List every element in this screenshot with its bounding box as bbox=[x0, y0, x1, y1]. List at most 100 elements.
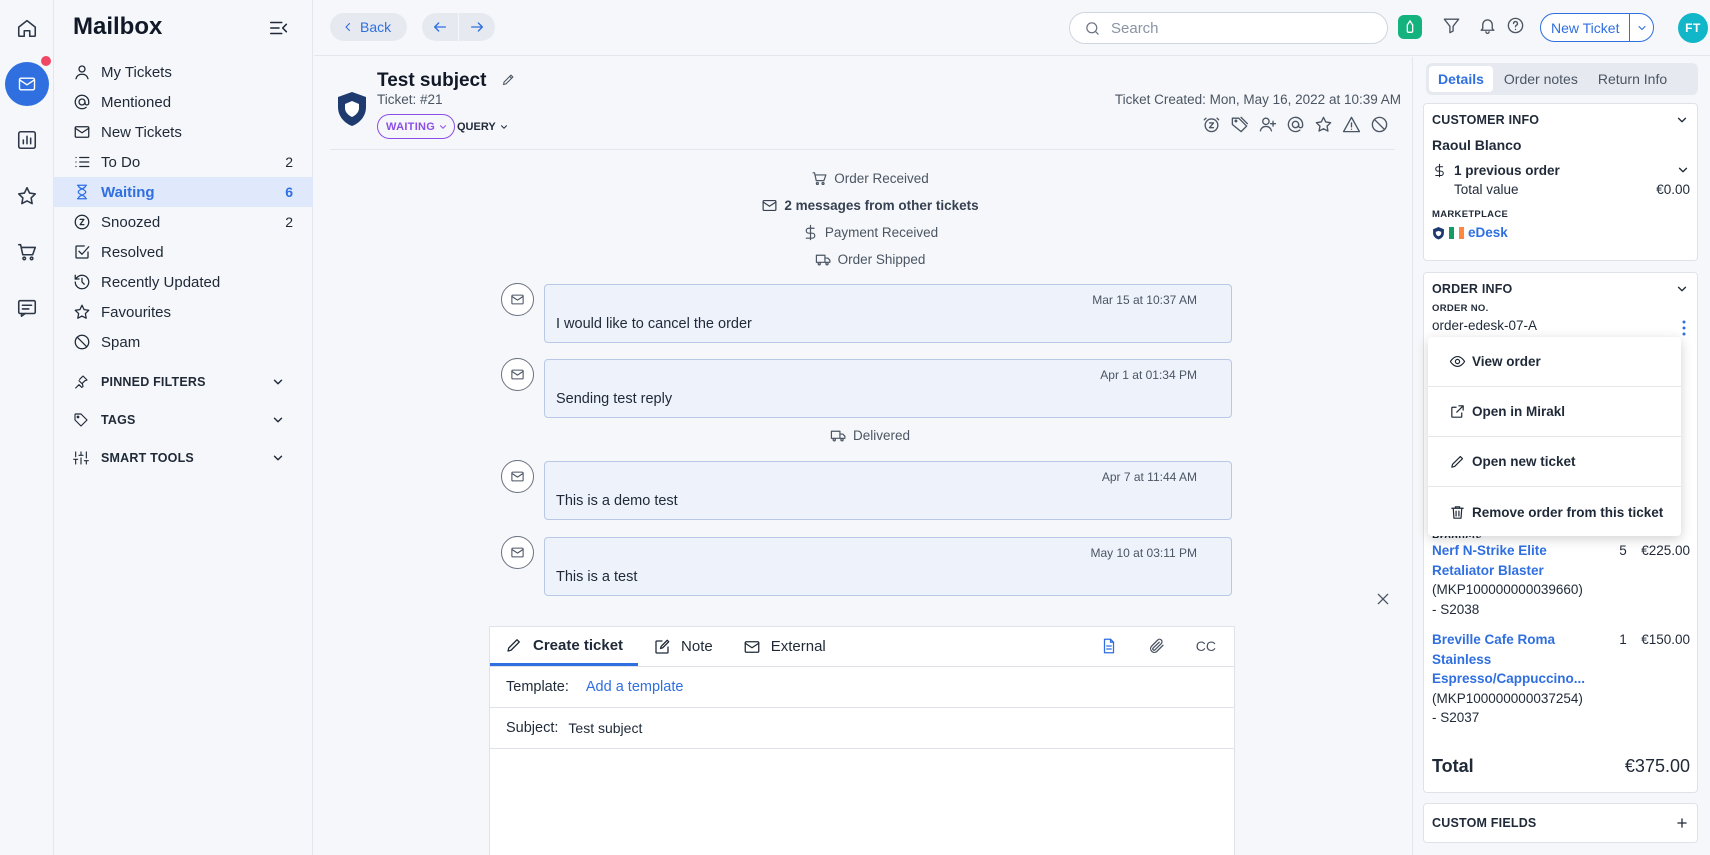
home-icon[interactable] bbox=[5, 6, 49, 50]
order-info-header[interactable]: ORDER INFO bbox=[1424, 273, 1697, 305]
ban-icon[interactable] bbox=[1370, 115, 1389, 134]
reports-icon[interactable] bbox=[5, 118, 49, 162]
menu-item-open-new-ticket[interactable]: Open new ticket bbox=[1428, 437, 1681, 487]
sidebar-item-resolved[interactable]: Resolved bbox=[54, 237, 313, 267]
message-bubble[interactable]: Apr 7 at 11:44 AM This is a demo test bbox=[544, 461, 1232, 520]
product-name-link[interactable]: Retaliator Blaster bbox=[1432, 561, 1690, 581]
search-input[interactable] bbox=[1111, 19, 1351, 37]
custom-fields-card[interactable]: CUSTOM FIELDS bbox=[1423, 803, 1698, 843]
more-options-icon[interactable] bbox=[1682, 320, 1686, 336]
sidebar-item-spam[interactable]: Spam bbox=[54, 327, 313, 357]
sidebar-item-recently-updated[interactable]: Recently Updated bbox=[54, 267, 313, 297]
order-number-label: ORDER NO. bbox=[1432, 303, 1489, 314]
subject-field[interactable]: Test subject bbox=[568, 720, 642, 736]
chat-icon[interactable] bbox=[5, 286, 49, 330]
tag-icon[interactable] bbox=[1230, 115, 1249, 134]
previous-orders-row[interactable]: 1 previous order bbox=[1432, 160, 1690, 180]
section-tags[interactable]: TAGS bbox=[54, 401, 313, 439]
sidebar-item-mentioned[interactable]: Mentioned bbox=[54, 87, 313, 117]
menu-item-view-order[interactable]: View order bbox=[1428, 337, 1681, 387]
eye-icon bbox=[1449, 355, 1466, 368]
dollar-icon bbox=[805, 224, 816, 241]
sidebar-item-new-tickets[interactable]: New Tickets bbox=[54, 117, 313, 147]
sidebar-item-to-do[interactable]: To Do 2 bbox=[54, 147, 313, 177]
tab-return-info[interactable]: Return Info bbox=[1589, 66, 1676, 92]
message-editor[interactable] bbox=[490, 749, 1234, 855]
assign-user-icon[interactable] bbox=[1258, 115, 1277, 134]
message-bubble[interactable]: Apr 1 at 01:34 PM Sending test reply bbox=[544, 359, 1232, 418]
arrow-left-icon bbox=[434, 22, 446, 32]
customer-info-header[interactable]: CUSTOMER INFO bbox=[1424, 104, 1697, 136]
event-other-tickets[interactable]: 2 messages from other tickets bbox=[600, 197, 1140, 214]
event-label: Order Shipped bbox=[837, 252, 926, 267]
sidebar-item-favourites[interactable]: Favourites bbox=[54, 297, 313, 327]
sidebar-item-count: 2 bbox=[285, 214, 293, 230]
back-label: Back bbox=[360, 19, 392, 35]
star-icon[interactable] bbox=[1314, 115, 1333, 134]
mailbox-icon[interactable] bbox=[5, 62, 49, 106]
ticket-header: Test subject Ticket: #21 WAITING QUERY T… bbox=[314, 57, 1411, 149]
product-name-link[interactable]: Nerf N-Strike Elite bbox=[1432, 541, 1619, 561]
avatar[interactable]: FT bbox=[1678, 13, 1708, 43]
cart-icon[interactable] bbox=[5, 230, 49, 274]
cc-button[interactable]: CC bbox=[1196, 638, 1216, 654]
star-icon[interactable] bbox=[5, 174, 49, 218]
marketplace-label: MARKETPLACE bbox=[1432, 209, 1509, 220]
bell-icon[interactable] bbox=[1478, 16, 1497, 35]
product-name-link[interactable]: Espresso/Cappuccino... bbox=[1432, 669, 1690, 689]
plus-icon bbox=[1677, 818, 1687, 828]
sliders-icon bbox=[73, 451, 89, 465]
mention-icon[interactable] bbox=[1286, 115, 1305, 134]
status-dropdown[interactable]: WAITING bbox=[377, 114, 456, 139]
tab-order-notes[interactable]: Order notes bbox=[1495, 66, 1587, 92]
close-composer-icon[interactable] bbox=[1375, 591, 1391, 607]
warning-icon[interactable] bbox=[1342, 115, 1361, 134]
section-pinned-filters[interactable]: PINNED FILTERS bbox=[54, 363, 313, 401]
reply-composer: Create ticket Note External CC Template:… bbox=[489, 626, 1235, 855]
pencil-icon bbox=[507, 639, 520, 652]
tab-note[interactable]: Note bbox=[638, 627, 728, 666]
tab-external[interactable]: External bbox=[728, 627, 841, 666]
snooze-icon[interactable] bbox=[1202, 115, 1221, 134]
product-name-link[interactable]: Stainless bbox=[1432, 650, 1690, 670]
filter-icon[interactable] bbox=[1442, 16, 1461, 35]
marketplace-link[interactable]: eDesk bbox=[1468, 225, 1508, 240]
new-ticket-dropdown[interactable] bbox=[1629, 14, 1653, 41]
paperclip-icon[interactable] bbox=[1148, 637, 1166, 655]
status-label: WAITING bbox=[386, 120, 436, 133]
total-value-row: Total value €0.00 bbox=[1454, 182, 1690, 197]
new-ticket-button[interactable]: New Ticket bbox=[1540, 13, 1654, 42]
section-smart-tools[interactable]: SMART TOOLS bbox=[54, 439, 313, 477]
back-button[interactable]: Back bbox=[330, 13, 408, 41]
tab-details[interactable]: Details bbox=[1429, 66, 1493, 92]
help-icon[interactable] bbox=[1506, 16, 1525, 35]
sidebar-item-waiting[interactable]: Waiting 6 bbox=[54, 177, 313, 207]
card-heading: CUSTOM FIELDS bbox=[1432, 816, 1537, 830]
notification-dot bbox=[41, 56, 51, 66]
search-icon bbox=[1086, 21, 1099, 35]
search-box bbox=[1069, 12, 1388, 44]
document-icon[interactable] bbox=[1100, 637, 1118, 655]
previous-ticket-button[interactable] bbox=[422, 13, 458, 41]
cart-icon bbox=[812, 172, 827, 186]
message-bubble[interactable]: Mar 15 at 10:37 AM I would like to cance… bbox=[544, 284, 1232, 343]
tab-create-ticket[interactable]: Create ticket bbox=[490, 627, 639, 666]
message-envelope-icon bbox=[501, 460, 534, 493]
sidebar-item-my-tickets[interactable]: My Tickets bbox=[54, 57, 313, 87]
collapse-sidebar-icon[interactable] bbox=[268, 17, 290, 39]
chevron-down-icon bbox=[1637, 25, 1646, 30]
edit-title-icon[interactable] bbox=[501, 72, 516, 87]
add-template-link[interactable]: Add a template bbox=[586, 679, 684, 695]
section-label: TAGS bbox=[101, 413, 136, 427]
type-dropdown[interactable]: QUERY bbox=[457, 114, 509, 139]
next-ticket-button[interactable] bbox=[459, 13, 495, 41]
message-body: I would like to cancel the order bbox=[556, 316, 752, 332]
sidebar-item-snoozed[interactable]: Snoozed 2 bbox=[54, 207, 313, 237]
brand-logo-icon[interactable] bbox=[1398, 15, 1422, 39]
chevron-down-icon bbox=[273, 455, 283, 461]
event-order-shipped: Order Shipped bbox=[600, 251, 1140, 268]
message-bubble[interactable]: May 10 at 03:11 PM This is a test bbox=[544, 537, 1232, 596]
menu-item-remove-order[interactable]: Remove order from this ticket bbox=[1428, 487, 1681, 537]
product-name-link[interactable]: Breville Cafe Roma bbox=[1432, 630, 1619, 650]
menu-item-open-in-mirakl[interactable]: Open in Mirakl bbox=[1428, 387, 1681, 437]
